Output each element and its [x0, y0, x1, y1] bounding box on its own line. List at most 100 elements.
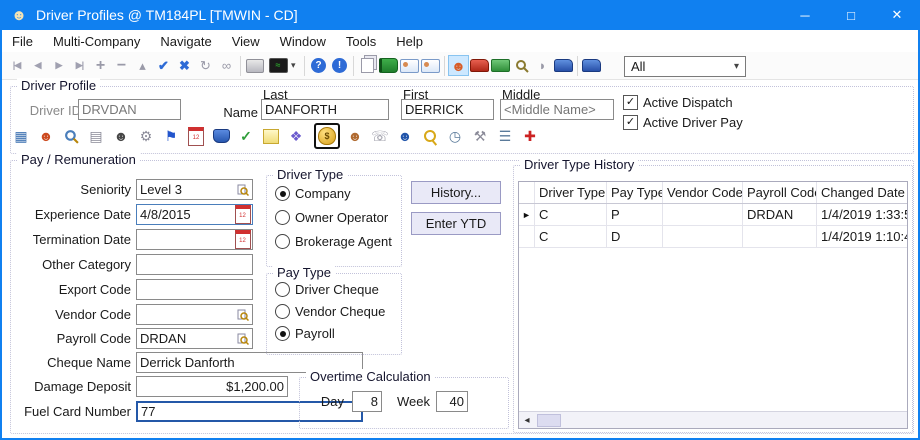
driver-type-owner-operator-radio[interactable]: Owner Operator: [275, 210, 388, 225]
collapse-icon[interactable]: ▴: [132, 55, 153, 76]
middle-name-field[interactable]: [500, 99, 614, 120]
table-row[interactable]: ► C P DRDAN 1/4/2019 1:33:57 PM: [519, 204, 907, 226]
calendar-icon[interactable]: 12: [185, 125, 207, 147]
maximize-button[interactable]: □: [828, 0, 874, 30]
wrench-icon[interactable]: ⚒: [469, 125, 491, 147]
first-name-field[interactable]: [401, 99, 494, 120]
search-icon[interactable]: [60, 125, 82, 147]
previous-record-icon[interactable]: ◀: [27, 55, 48, 76]
overtime-day-field[interactable]: [352, 391, 382, 412]
col-changed-date[interactable]: Changed Date: [817, 182, 907, 203]
inspect-icon[interactable]: [511, 55, 532, 76]
notes-icon[interactable]: [260, 125, 282, 147]
time-icon[interactable]: ◷: [444, 125, 466, 147]
termination-date-field[interactable]: 12: [136, 229, 253, 250]
experience-date-field[interactable]: 12: [136, 204, 253, 225]
driver-type-brokerage-agent-radio[interactable]: Brokerage Agent: [275, 234, 392, 249]
overtime-week-field[interactable]: [436, 391, 468, 412]
network-icon[interactable]: ❖: [285, 125, 307, 147]
validated-doc-icon[interactable]: ✓: [235, 125, 257, 147]
summary-icon[interactable]: ☰: [494, 125, 516, 147]
minimize-button[interactable]: ─: [782, 0, 828, 30]
filter-dropdown[interactable]: All ▾: [624, 56, 746, 77]
person-security-icon[interactable]: ☻: [344, 125, 366, 147]
monitor-icon[interactable]: ≈: [265, 55, 291, 76]
lookup-icon[interactable]: [233, 180, 252, 199]
medical-icon[interactable]: ✚: [519, 125, 541, 147]
keys-icon[interactable]: [419, 125, 441, 147]
wheels-icon[interactable]: ⚙: [135, 125, 157, 147]
add-record-icon[interactable]: +: [90, 55, 111, 76]
book-icon[interactable]: [378, 55, 399, 76]
carrier-icon[interactable]: [553, 55, 574, 76]
scroll-left-icon[interactable]: ◂: [519, 413, 535, 428]
menu-window[interactable]: Window: [270, 30, 336, 52]
last-name-field[interactable]: [261, 99, 389, 120]
damage-deposit-field[interactable]: [136, 376, 288, 397]
table-row[interactable]: C D 1/4/2019 1:10:46 PM: [519, 226, 907, 248]
pay-type-payroll-radio[interactable]: Payroll: [275, 326, 335, 341]
enter-ytd-button[interactable]: Enter YTD: [411, 212, 501, 235]
horizontal-scrollbar[interactable]: ◂: [519, 411, 907, 428]
menu-tools[interactable]: Tools: [336, 30, 386, 52]
delete-record-icon[interactable]: −: [111, 55, 132, 76]
active-dispatch-checkbox[interactable]: ✓ Active Dispatch: [623, 95, 733, 110]
next-record-icon[interactable]: ▶: [48, 55, 69, 76]
calendar-icon[interactable]: 12: [233, 205, 252, 224]
pay-type-driver-cheque-radio[interactable]: Driver Cheque: [275, 282, 379, 297]
police-icon[interactable]: ☻: [394, 125, 416, 147]
company-icon[interactable]: [581, 55, 602, 76]
col-vendor-code[interactable]: Vendor Code: [663, 182, 743, 203]
other-category-field[interactable]: [136, 254, 253, 275]
instructor-icon[interactable]: ☻: [110, 125, 132, 147]
lookup-icon[interactable]: [233, 329, 252, 348]
save-icon[interactable]: ✔: [153, 55, 174, 76]
driver-id-field[interactable]: [78, 99, 181, 120]
scrollbar-thumb[interactable]: [537, 414, 561, 427]
col-payroll-code[interactable]: Payroll Code: [743, 182, 817, 203]
calendar-icon[interactable]: 12: [233, 230, 252, 249]
menu-multi-company[interactable]: Multi-Company: [43, 30, 150, 52]
col-pay-type[interactable]: Pay Type: [607, 182, 663, 203]
id-card-icon[interactable]: [399, 55, 420, 76]
pay-remuneration-icon[interactable]: $: [314, 123, 340, 149]
print-icon[interactable]: [244, 55, 265, 76]
active-driver-pay-checkbox[interactable]: ✓ Active Driver Pay: [623, 115, 743, 130]
power-unit-icon[interactable]: [469, 55, 490, 76]
personnel-icon[interactable]: ☻: [35, 125, 57, 147]
id-card-alt-icon[interactable]: [420, 55, 441, 76]
seniority-field[interactable]: [136, 179, 253, 200]
first-record-icon[interactable]: |◀: [6, 55, 27, 76]
pay-type-vendor-cheque-radio[interactable]: Vendor Cheque: [275, 304, 385, 319]
menu-file[interactable]: File: [2, 30, 43, 52]
driver-profile-icon[interactable]: ☻: [448, 55, 469, 76]
cancel-icon[interactable]: ✖: [174, 55, 195, 76]
pouch-icon[interactable]: [210, 125, 232, 147]
col-driver-type[interactable]: Driver Type: [535, 182, 607, 203]
flag-icon[interactable]: ⚑: [160, 125, 182, 147]
phone-icon[interactable]: ☏: [369, 125, 391, 147]
menu-help[interactable]: Help: [386, 30, 433, 52]
lookup-icon[interactable]: [233, 305, 252, 324]
payroll-code-field[interactable]: [136, 328, 253, 349]
driver-type-company-radio[interactable]: Company: [275, 186, 351, 201]
binoculars-search-icon[interactable]: ∞: [216, 55, 237, 76]
help-icon[interactable]: ?: [308, 55, 329, 76]
refresh-icon[interactable]: ↻: [195, 55, 216, 76]
vendor-code-field[interactable]: [136, 304, 253, 325]
misc-icon[interactable]: ◗: [532, 55, 553, 76]
menu-navigate[interactable]: Navigate: [150, 30, 221, 52]
title-bar: ☻ Driver Profiles @ TM184PL [TMWIN - CD]…: [0, 0, 920, 30]
about-icon[interactable]: !: [329, 55, 350, 76]
close-button[interactable]: ✕: [874, 0, 920, 30]
profile-list-icon[interactable]: ▤: [85, 125, 107, 147]
menu-view[interactable]: View: [222, 30, 270, 52]
export-code-field[interactable]: [136, 279, 253, 300]
driver-type-history-group-label: Driver Type History: [520, 157, 638, 172]
history-button[interactable]: History...: [411, 181, 501, 204]
last-record-icon[interactable]: ▶|: [69, 55, 90, 76]
trailer-icon[interactable]: [490, 55, 511, 76]
copy-profile-icon[interactable]: [357, 55, 378, 76]
monitor-dropdown-icon[interactable]: ▾: [291, 60, 301, 71]
calculator-icon[interactable]: ▦: [10, 125, 32, 147]
